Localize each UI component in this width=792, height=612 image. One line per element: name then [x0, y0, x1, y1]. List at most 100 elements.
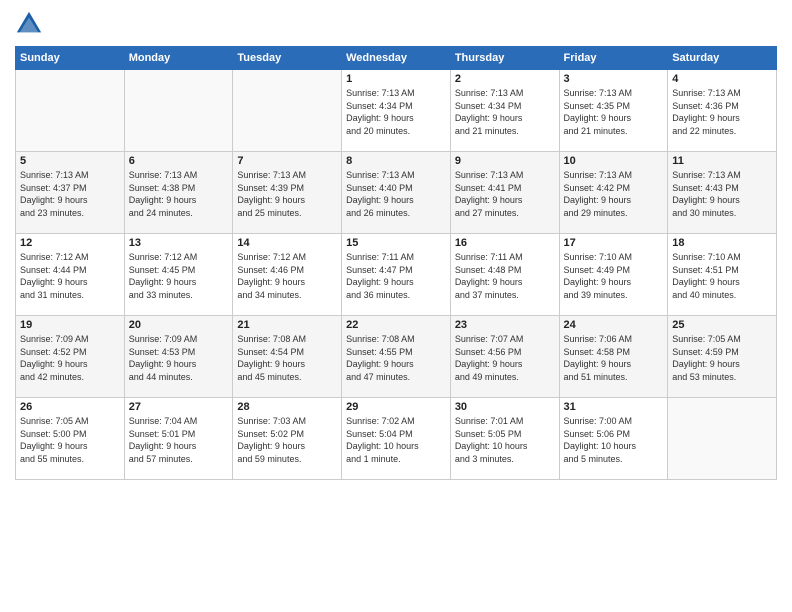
- calendar-cell: 4 Sunrise: 7:13 AM Sunset: 4:36 PM Daylig…: [668, 70, 777, 152]
- day-info: Sunrise: 7:00 AM Sunset: 5:06 PM Dayligh…: [564, 415, 664, 465]
- calendar-table: SundayMondayTuesdayWednesdayThursdayFrid…: [15, 46, 777, 480]
- calendar-cell: 6 Sunrise: 7:13 AM Sunset: 4:38 PM Daylig…: [124, 152, 233, 234]
- calendar-cell: 10 Sunrise: 7:13 AM Sunset: 4:42 PM Dayli…: [559, 152, 668, 234]
- calendar-cell: 28 Sunrise: 7:03 AM Sunset: 5:02 PM Dayli…: [233, 398, 342, 480]
- calendar-cell: 26 Sunrise: 7:05 AM Sunset: 5:00 PM Dayli…: [16, 398, 125, 480]
- calendar-cell: 16 Sunrise: 7:11 AM Sunset: 4:48 PM Dayli…: [450, 234, 559, 316]
- calendar-cell: 12 Sunrise: 7:12 AM Sunset: 4:44 PM Dayli…: [16, 234, 125, 316]
- day-number: 9: [455, 155, 555, 167]
- day-number: 7: [237, 155, 337, 167]
- weekday-header-thursday: Thursday: [450, 47, 559, 70]
- day-info: Sunrise: 7:13 AM Sunset: 4:43 PM Dayligh…: [672, 169, 772, 219]
- day-info: Sunrise: 7:13 AM Sunset: 4:36 PM Dayligh…: [672, 87, 772, 137]
- calendar-cell: 13 Sunrise: 7:12 AM Sunset: 4:45 PM Dayli…: [124, 234, 233, 316]
- day-info: Sunrise: 7:11 AM Sunset: 4:48 PM Dayligh…: [455, 251, 555, 301]
- day-info: Sunrise: 7:05 AM Sunset: 5:00 PM Dayligh…: [20, 415, 120, 465]
- calendar-week-5: 26 Sunrise: 7:05 AM Sunset: 5:00 PM Dayli…: [16, 398, 777, 480]
- day-number: 6: [129, 155, 229, 167]
- weekday-header-tuesday: Tuesday: [233, 47, 342, 70]
- day-info: Sunrise: 7:12 AM Sunset: 4:44 PM Dayligh…: [20, 251, 120, 301]
- day-info: Sunrise: 7:04 AM Sunset: 5:01 PM Dayligh…: [129, 415, 229, 465]
- calendar-week-4: 19 Sunrise: 7:09 AM Sunset: 4:52 PM Dayli…: [16, 316, 777, 398]
- day-info: Sunrise: 7:11 AM Sunset: 4:47 PM Dayligh…: [346, 251, 446, 301]
- day-info: Sunrise: 7:13 AM Sunset: 4:34 PM Dayligh…: [346, 87, 446, 137]
- calendar-cell: [16, 70, 125, 152]
- weekday-header-sunday: Sunday: [16, 47, 125, 70]
- calendar-cell: 23Sunrise: 7:07 AM Sunset: 4:56 PM Dayli…: [450, 316, 559, 398]
- day-number: 3: [564, 73, 664, 85]
- weekday-header-friday: Friday: [559, 47, 668, 70]
- day-info: Sunrise: 7:07 AM Sunset: 4:56 PM Dayligh…: [455, 333, 555, 383]
- day-info: Sunrise: 7:10 AM Sunset: 4:51 PM Dayligh…: [672, 251, 772, 301]
- day-number: 1: [346, 73, 446, 85]
- calendar-cell: 17 Sunrise: 7:10 AM Sunset: 4:49 PM Dayli…: [559, 234, 668, 316]
- day-info: Sunrise: 7:12 AM Sunset: 4:45 PM Dayligh…: [129, 251, 229, 301]
- day-number: 20: [129, 319, 229, 331]
- calendar-cell: 2 Sunrise: 7:13 AM Sunset: 4:34 PM Daylig…: [450, 70, 559, 152]
- calendar-week-2: 5Sunrise: 7:13 AM Sunset: 4:37 PM Daylig…: [16, 152, 777, 234]
- day-number: 13: [129, 237, 229, 249]
- day-info: Sunrise: 7:03 AM Sunset: 5:02 PM Dayligh…: [237, 415, 337, 465]
- day-number: 30: [455, 401, 555, 413]
- calendar-cell: 29 Sunrise: 7:02 AM Sunset: 5:04 PM Dayli…: [342, 398, 451, 480]
- day-number: 29: [346, 401, 446, 413]
- day-number: 18: [672, 237, 772, 249]
- day-info: Sunrise: 7:08 AM Sunset: 4:55 PM Dayligh…: [346, 333, 446, 383]
- day-number: 16: [455, 237, 555, 249]
- day-info: Sunrise: 7:13 AM Sunset: 4:38 PM Dayligh…: [129, 169, 229, 219]
- day-info: Sunrise: 7:13 AM Sunset: 4:34 PM Dayligh…: [455, 87, 555, 137]
- calendar-cell: 22 Sunrise: 7:08 AM Sunset: 4:55 PM Dayli…: [342, 316, 451, 398]
- calendar-cell: 30 Sunrise: 7:01 AM Sunset: 5:05 PM Dayli…: [450, 398, 559, 480]
- day-info: Sunrise: 7:06 AM Sunset: 4:58 PM Dayligh…: [564, 333, 664, 383]
- day-number: 26: [20, 401, 120, 413]
- logo-icon: [15, 10, 43, 38]
- day-number: 21: [237, 319, 337, 331]
- day-number: 25: [672, 319, 772, 331]
- day-info: Sunrise: 7:09 AM Sunset: 4:52 PM Dayligh…: [20, 333, 120, 383]
- day-info: Sunrise: 7:13 AM Sunset: 4:42 PM Dayligh…: [564, 169, 664, 219]
- weekday-header-saturday: Saturday: [668, 47, 777, 70]
- calendar-cell: 8Sunrise: 7:13 AM Sunset: 4:40 PM Daylig…: [342, 152, 451, 234]
- calendar-cell: 21 Sunrise: 7:08 AM Sunset: 4:54 PM Dayli…: [233, 316, 342, 398]
- day-number: 11: [672, 155, 772, 167]
- calendar-cell: 3Sunrise: 7:13 AM Sunset: 4:35 PM Daylig…: [559, 70, 668, 152]
- day-number: 15: [346, 237, 446, 249]
- day-number: 27: [129, 401, 229, 413]
- day-number: 5: [20, 155, 120, 167]
- day-number: 4: [672, 73, 772, 85]
- calendar-cell: 11 Sunrise: 7:13 AM Sunset: 4:43 PM Dayli…: [668, 152, 777, 234]
- day-number: 28: [237, 401, 337, 413]
- weekday-header-monday: Monday: [124, 47, 233, 70]
- day-info: Sunrise: 7:13 AM Sunset: 4:40 PM Dayligh…: [346, 169, 446, 219]
- day-number: 24: [564, 319, 664, 331]
- day-number: 17: [564, 237, 664, 249]
- calendar-cell: 14Sunrise: 7:12 AM Sunset: 4:46 PM Dayli…: [233, 234, 342, 316]
- calendar-week-1: 1 Sunrise: 7:13 AM Sunset: 4:34 PM Daylig…: [16, 70, 777, 152]
- day-info: Sunrise: 7:13 AM Sunset: 4:39 PM Dayligh…: [237, 169, 337, 219]
- day-number: 22: [346, 319, 446, 331]
- calendar-cell: 5Sunrise: 7:13 AM Sunset: 4:37 PM Daylig…: [16, 152, 125, 234]
- day-number: 31: [564, 401, 664, 413]
- calendar-cell: 18 Sunrise: 7:10 AM Sunset: 4:51 PM Dayli…: [668, 234, 777, 316]
- day-info: Sunrise: 7:10 AM Sunset: 4:49 PM Dayligh…: [564, 251, 664, 301]
- calendar-cell: [233, 70, 342, 152]
- page-header: [15, 10, 777, 38]
- day-info: Sunrise: 7:08 AM Sunset: 4:54 PM Dayligh…: [237, 333, 337, 383]
- day-info: Sunrise: 7:01 AM Sunset: 5:05 PM Dayligh…: [455, 415, 555, 465]
- calendar-week-3: 12 Sunrise: 7:12 AM Sunset: 4:44 PM Dayli…: [16, 234, 777, 316]
- calendar-cell: 20 Sunrise: 7:09 AM Sunset: 4:53 PM Dayli…: [124, 316, 233, 398]
- calendar-cell: 27 Sunrise: 7:04 AM Sunset: 5:01 PM Dayli…: [124, 398, 233, 480]
- day-info: Sunrise: 7:05 AM Sunset: 4:59 PM Dayligh…: [672, 333, 772, 383]
- day-number: 10: [564, 155, 664, 167]
- day-info: Sunrise: 7:02 AM Sunset: 5:04 PM Dayligh…: [346, 415, 446, 465]
- calendar-cell: 24 Sunrise: 7:06 AM Sunset: 4:58 PM Dayli…: [559, 316, 668, 398]
- day-number: 19: [20, 319, 120, 331]
- day-number: 12: [20, 237, 120, 249]
- calendar-cell: [124, 70, 233, 152]
- day-number: 2: [455, 73, 555, 85]
- weekday-header-wednesday: Wednesday: [342, 47, 451, 70]
- calendar-cell: 31 Sunrise: 7:00 AM Sunset: 5:06 PM Dayli…: [559, 398, 668, 480]
- day-info: Sunrise: 7:13 AM Sunset: 4:41 PM Dayligh…: [455, 169, 555, 219]
- day-info: Sunrise: 7:09 AM Sunset: 4:53 PM Dayligh…: [129, 333, 229, 383]
- calendar-cell: 15 Sunrise: 7:11 AM Sunset: 4:47 PM Dayli…: [342, 234, 451, 316]
